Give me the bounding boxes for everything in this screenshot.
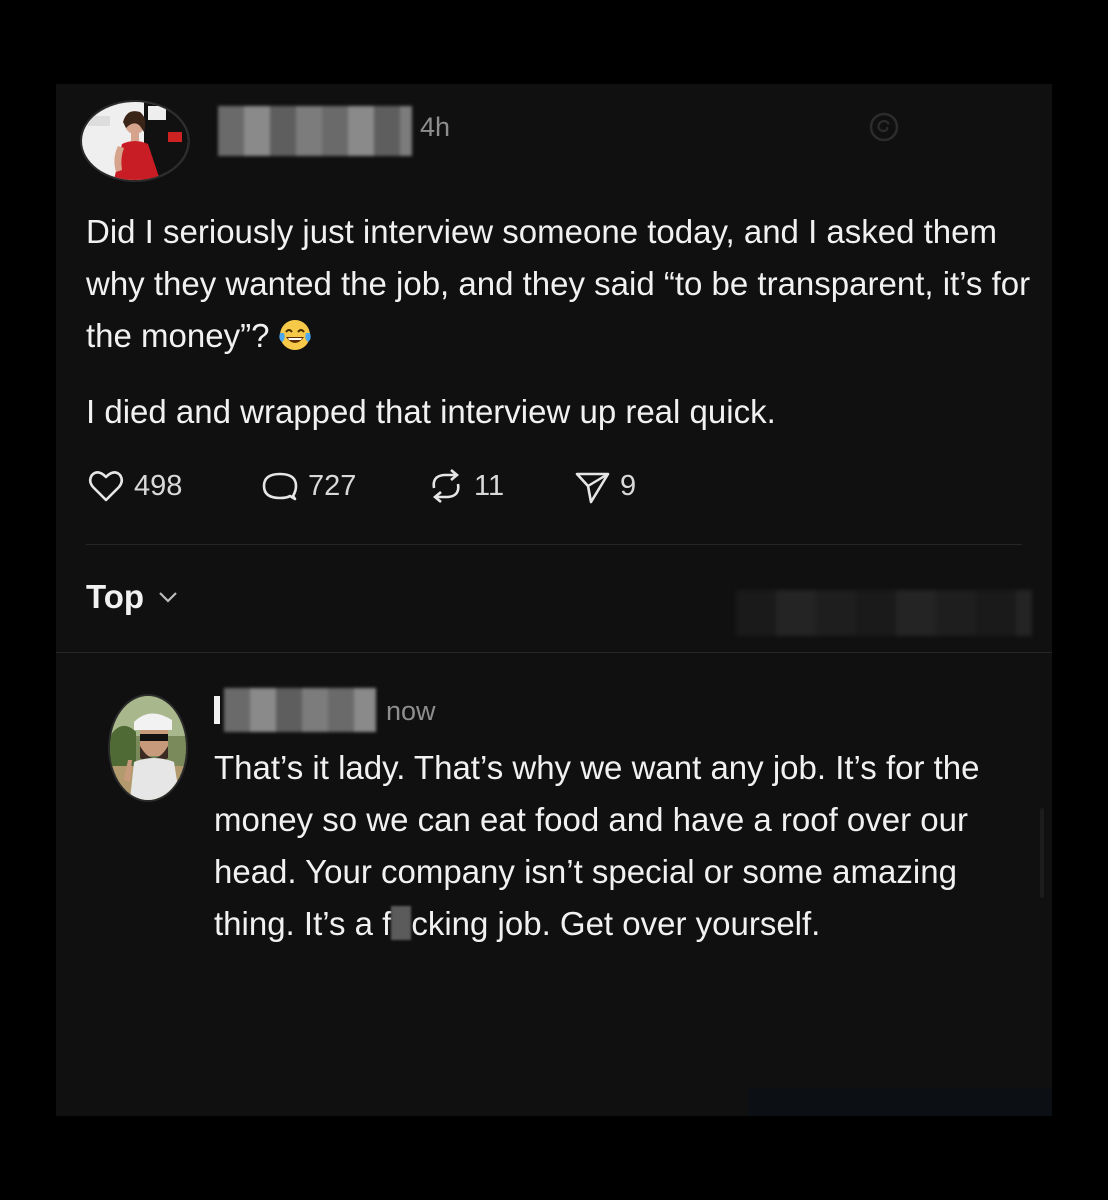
reply-author-avatar[interactable] — [108, 694, 188, 802]
sort-label: Top — [86, 578, 145, 615]
comment-button[interactable]: 727 — [260, 464, 356, 508]
post-text-paragraph-1: Did I seriously just interview someone t… — [86, 206, 1036, 362]
comment-bubble-icon — [262, 472, 298, 501]
reply-time: now — [386, 696, 436, 726]
reply-text-part-2: cking job. Get over yourself. — [411, 905, 821, 942]
threads-screen: 4h Did I seriously just interview someon… — [56, 84, 1052, 1116]
redacted-area — [736, 590, 1032, 636]
comment-count: 727 — [308, 469, 357, 502]
post-text-1: Did I seriously just interview someone t… — [86, 213, 1031, 354]
reply-text: That’s it lady. That’s why we want any j… — [214, 742, 1034, 950]
reply-username-initial — [214, 696, 220, 724]
section-divider — [56, 652, 1052, 653]
reply-author-photo — [110, 696, 186, 800]
share-count: 9 — [620, 469, 637, 502]
sort-dropdown[interactable]: Top — [86, 578, 180, 616]
reply-username-redacted[interactable] — [224, 688, 376, 732]
face-with-tears-of-joy-icon — [279, 320, 312, 350]
repost-icon — [432, 469, 460, 503]
send-paper-plane-icon — [575, 472, 610, 504]
author-avatar[interactable] — [80, 100, 190, 182]
heart-icon — [88, 471, 124, 502]
like-count: 498 — [134, 469, 183, 502]
repost-button[interactable]: 11 — [426, 464, 504, 508]
threads-logo-icon — [869, 112, 899, 142]
scrollbar[interactable] — [1040, 808, 1044, 898]
author-username-redacted[interactable] — [218, 106, 412, 156]
post-time: 4h — [420, 112, 451, 142]
censor-block — [391, 906, 412, 940]
share-button[interactable]: 9 — [572, 464, 636, 508]
author-photo — [82, 102, 188, 180]
repost-count: 11 — [474, 469, 505, 502]
chevron-down-icon — [159, 592, 177, 603]
actions-divider — [86, 544, 1022, 545]
post-text-paragraph-2: I died and wrapped that interview up rea… — [86, 393, 776, 430]
like-button[interactable]: 498 — [86, 464, 182, 508]
bottom-edge — [748, 1088, 1052, 1116]
